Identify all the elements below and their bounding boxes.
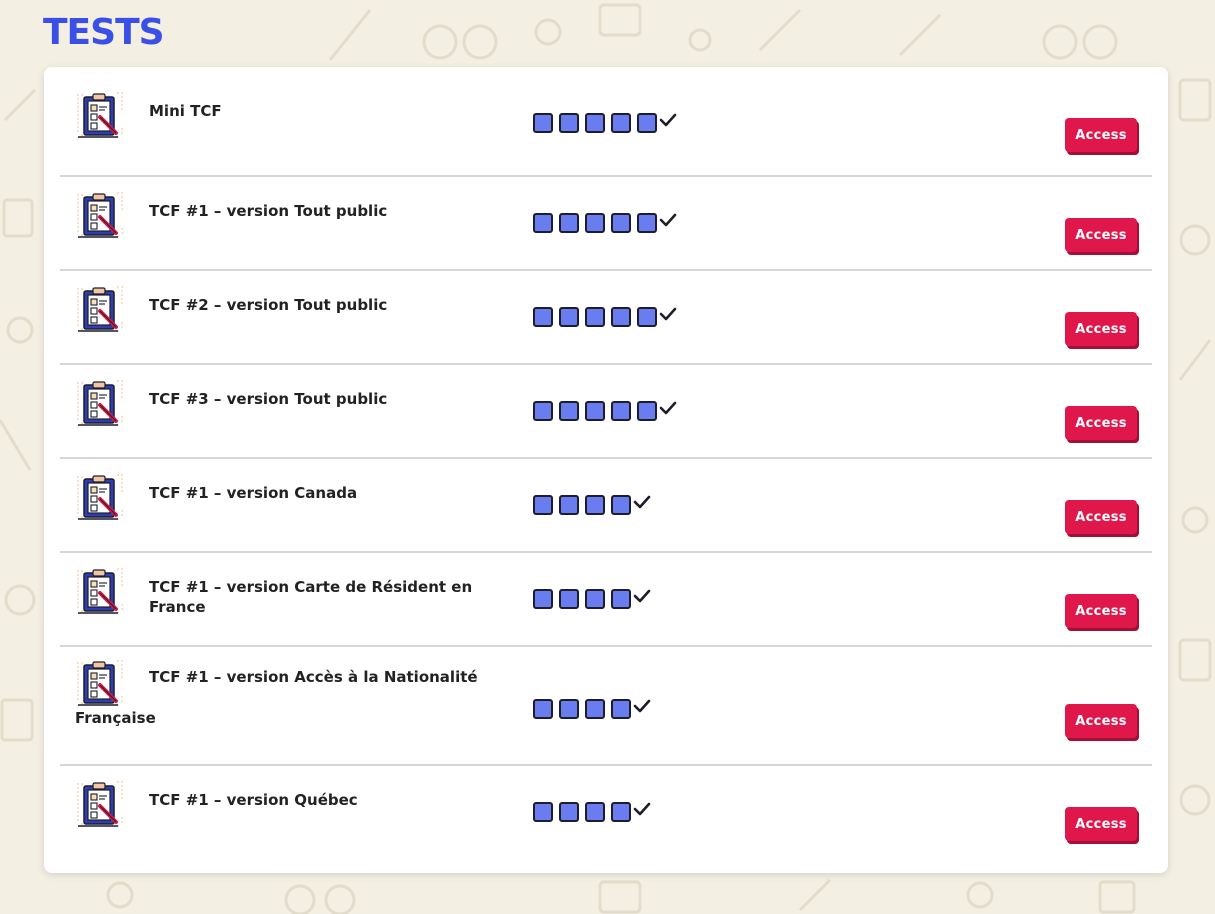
level-indicator <box>533 495 651 515</box>
access-button[interactable]: Access <box>1065 807 1137 841</box>
level-square <box>533 307 553 327</box>
level-square <box>611 699 631 719</box>
level-square <box>533 589 553 609</box>
checkmark-icon <box>659 213 677 227</box>
level-square <box>637 113 657 133</box>
checkmark-icon <box>659 113 677 127</box>
level-square <box>611 307 631 327</box>
test-row: TCF #1 – version Canada Access <box>60 457 1152 553</box>
level-square <box>611 802 631 822</box>
level-indicator <box>533 589 651 609</box>
test-title: TCF #1 – version Canada <box>149 484 358 502</box>
level-square <box>559 589 579 609</box>
level-square <box>559 113 579 133</box>
test-row: TCF #1 – version Carte de Résident en Fr… <box>60 551 1152 647</box>
clipboard-checklist-icon <box>77 781 123 827</box>
test-title: TCF #3 – version Tout public <box>149 390 388 408</box>
level-square <box>637 307 657 327</box>
test-title: TCF #1 – version Québec <box>149 791 358 809</box>
level-square <box>611 401 631 421</box>
tests-card: Mini TCF Access TCF #1 – version Tout pu… <box>44 67 1168 873</box>
level-square <box>585 495 605 515</box>
level-square <box>559 307 579 327</box>
clipboard-checklist-icon <box>77 568 123 614</box>
checkmark-icon <box>633 802 651 816</box>
level-square <box>533 495 553 515</box>
test-row: TCF #1 – version Tout public Access <box>60 175 1152 271</box>
checkmark-icon <box>633 589 651 603</box>
access-button[interactable]: Access <box>1065 500 1137 534</box>
level-square <box>533 802 553 822</box>
level-square <box>585 307 605 327</box>
level-indicator <box>533 113 677 133</box>
level-square <box>533 113 553 133</box>
test-row: TCF #1 – version Québec Access <box>60 764 1152 868</box>
test-title: Mini TCF <box>149 102 222 120</box>
level-square <box>585 802 605 822</box>
test-row: TCF #3 – version Tout public Access <box>60 363 1152 459</box>
test-title: TCF #1 – version Tout public <box>149 202 388 220</box>
level-indicator <box>533 802 651 822</box>
level-square <box>585 699 605 719</box>
level-square <box>637 401 657 421</box>
test-title: TCF #2 – version Tout public <box>149 296 388 314</box>
access-button[interactable]: Access <box>1065 218 1137 252</box>
level-square <box>585 589 605 609</box>
clipboard-checklist-icon <box>77 192 123 238</box>
level-square <box>533 213 553 233</box>
access-button[interactable]: Access <box>1065 118 1137 152</box>
access-button[interactable]: Access <box>1065 704 1137 738</box>
test-title: TCF #1 – version Carte de Résident en Fr… <box>149 578 473 616</box>
clipboard-checklist-icon <box>77 92 123 138</box>
level-indicator <box>533 307 677 327</box>
level-square <box>533 401 553 421</box>
level-square <box>611 589 631 609</box>
clipboard-checklist-icon <box>77 474 123 520</box>
level-square <box>533 699 553 719</box>
level-square <box>611 113 631 133</box>
level-square <box>559 802 579 822</box>
checkmark-icon <box>633 495 651 509</box>
access-button[interactable]: Access <box>1065 312 1137 346</box>
test-title: TCF #1 – version Accès à la Nationalité … <box>75 668 478 727</box>
level-square <box>611 213 631 233</box>
clipboard-checklist-icon <box>77 380 123 426</box>
level-square <box>559 699 579 719</box>
access-button[interactable]: Access <box>1065 406 1137 440</box>
access-button[interactable]: Access <box>1065 594 1137 628</box>
test-row: Mini TCF Access <box>60 75 1152 177</box>
test-row: TCF #2 – version Tout public Access <box>60 269 1152 365</box>
level-indicator <box>533 213 677 233</box>
level-square <box>585 113 605 133</box>
level-square <box>611 495 631 515</box>
level-square <box>637 213 657 233</box>
level-square <box>585 401 605 421</box>
level-square <box>585 213 605 233</box>
level-square <box>559 495 579 515</box>
checkmark-icon <box>633 699 651 713</box>
level-square <box>559 213 579 233</box>
page-title: TESTS <box>43 12 165 53</box>
checkmark-icon <box>659 307 677 321</box>
clipboard-checklist-icon <box>77 286 123 332</box>
level-indicator <box>533 699 651 719</box>
test-row: TCF #1 – version Accès à la Nationalité … <box>60 645 1152 766</box>
checkmark-icon <box>659 401 677 415</box>
level-square <box>559 401 579 421</box>
level-indicator <box>533 401 677 421</box>
